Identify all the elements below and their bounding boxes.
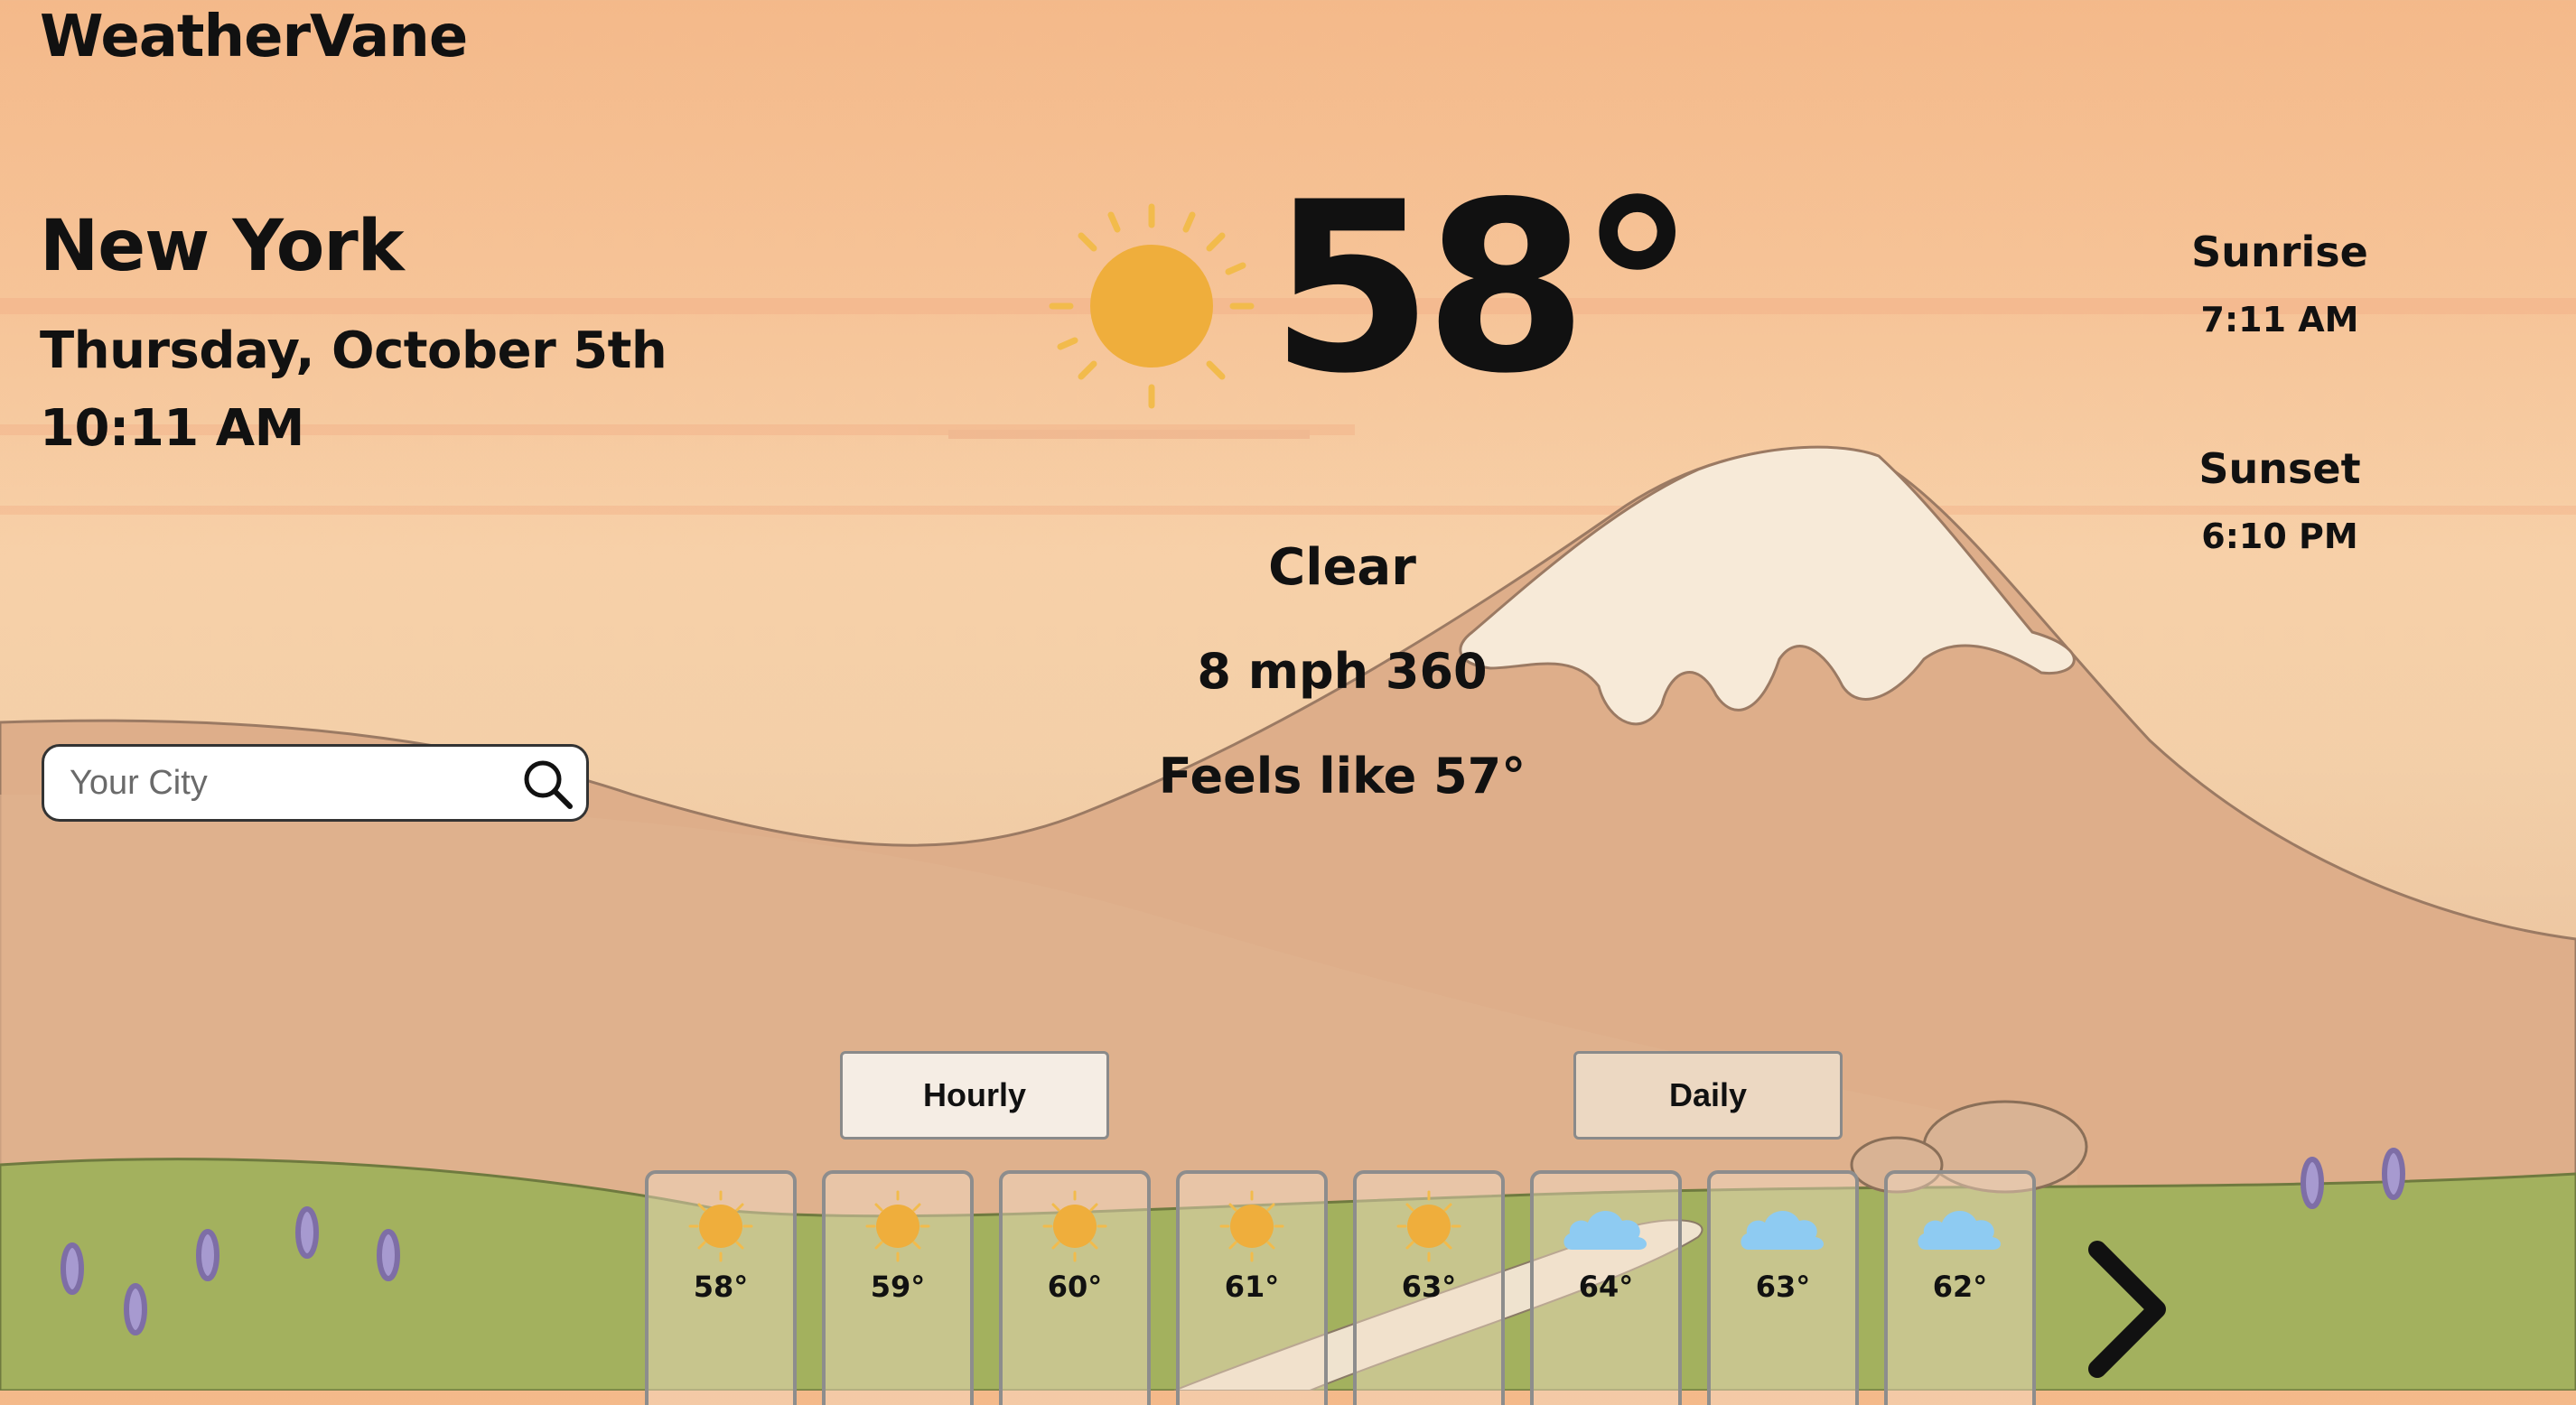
app-title: WeatherVane (40, 4, 468, 70)
daily-button[interactable]: Daily (1573, 1051, 1843, 1140)
chevron-right-icon[interactable] (2077, 1237, 2177, 1382)
forecast-strip: 58° 59° 60° 61° 63° 64° 63° 62° (645, 1170, 2036, 1405)
sun-icon (1396, 1190, 1461, 1262)
cloud-icon (1563, 1210, 1647, 1250)
cloud-icon (1918, 1210, 2001, 1250)
forecast-card[interactable]: 59° (822, 1170, 974, 1405)
forecast-card[interactable]: 60° (999, 1170, 1151, 1405)
hourly-button[interactable]: Hourly (840, 1051, 1109, 1140)
forecast-card[interactable]: 58° (645, 1170, 797, 1405)
forecast-temp: 64° (1578, 1270, 1634, 1304)
cloud-icon (1741, 1210, 1824, 1250)
sun-icon (1042, 1190, 1107, 1262)
sun-icon (688, 1190, 753, 1262)
city-name: New York (40, 206, 405, 287)
forecast-temp: 63° (1401, 1270, 1457, 1304)
forecast-temp: 62° (1932, 1270, 1988, 1304)
forecast-temp: 58° (693, 1270, 749, 1304)
sunrise-label: Sunrise (2191, 228, 2368, 276)
sunset-time: 6:10 PM (2201, 516, 2358, 556)
forecast-card[interactable]: 63° (1353, 1170, 1505, 1405)
forecast-temp: 59° (870, 1270, 926, 1304)
sunset-label: Sunset (2198, 444, 2361, 493)
wind-info: 8 mph 360 (1197, 643, 1488, 700)
forecast-card[interactable]: 63° (1707, 1170, 1859, 1405)
current-date: Thursday, October 5th (40, 321, 667, 380)
sunrise-time: 7:11 AM (2200, 300, 2359, 340)
forecast-temp: 61° (1224, 1270, 1280, 1304)
city-search-box (42, 744, 589, 822)
forecast-card[interactable]: 64° (1530, 1170, 1682, 1405)
forecast-temp: 63° (1755, 1270, 1811, 1304)
search-icon[interactable] (518, 754, 579, 815)
weather-condition: Clear (1268, 538, 1416, 597)
sun-icon (1049, 203, 1255, 409)
city-search-input[interactable] (68, 762, 496, 804)
forecast-card[interactable]: 61° (1176, 1170, 1328, 1405)
sun-icon (1219, 1190, 1284, 1262)
current-time: 10:11 AM (40, 399, 304, 458)
current-temperature: 58° (1270, 153, 1696, 425)
forecast-temp: 60° (1047, 1270, 1103, 1304)
sun-icon (865, 1190, 930, 1262)
feels-like: Feels like 57° (1158, 748, 1526, 805)
forecast-card[interactable]: 62° (1884, 1170, 2036, 1405)
